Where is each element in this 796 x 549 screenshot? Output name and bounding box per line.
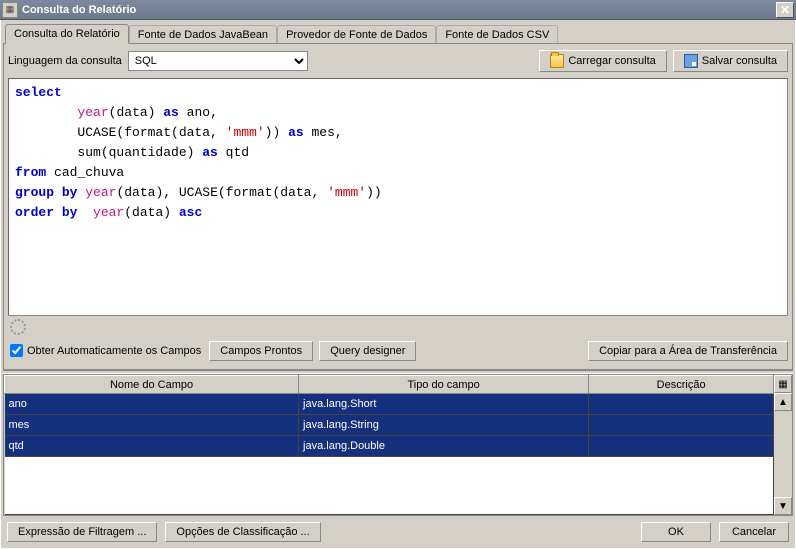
language-dropdown[interactable]: SQL [128, 51, 308, 71]
fields-table[interactable]: Nome do Campo Tipo do campo Descrição an… [4, 375, 774, 515]
col-desc[interactable]: Descrição [589, 376, 774, 394]
copy-clipboard-button[interactable]: Copiar para a Área de Transferência [588, 341, 788, 361]
ok-button[interactable]: OK [641, 522, 711, 542]
query-top-row: Linguagem da consulta SQL Carregar consu… [8, 48, 788, 78]
tabs-row: Consulta do Relatório Fonte de Dados Jav… [3, 22, 793, 44]
col-name[interactable]: Nome do Campo [5, 376, 299, 394]
tab-javabean[interactable]: Fonte de Dados JavaBean [129, 25, 277, 44]
config-button[interactable]: ▦ [774, 375, 792, 393]
language-label: Linguagem da consulta [8, 55, 122, 67]
table-row-empty [5, 456, 774, 514]
titlebar[interactable]: ▦ Consulta do Relatório ✕ [0, 0, 796, 20]
side-buttons: ▦ ▲ ▼ [774, 375, 792, 515]
ready-fields-button[interactable]: Campos Prontos [209, 341, 313, 361]
tab-content: Linguagem da consulta SQL Carregar consu… [3, 43, 793, 370]
main-panel: Consulta do Relatório Fonte de Dados Jav… [0, 20, 796, 549]
sql-select: select [15, 85, 62, 100]
tab-csv[interactable]: Fonte de Dados CSV [436, 25, 558, 44]
filter-expression-button[interactable]: Expressão de Filtragem ... [7, 522, 157, 542]
action-row: Obter Automaticamente os Campos Campos P… [8, 338, 788, 365]
save-query-label: Salvar consulta [702, 55, 777, 67]
sql-year-func: year [77, 105, 108, 120]
table-row[interactable]: mes java.lang.String [5, 414, 774, 435]
close-button[interactable]: ✕ [776, 2, 794, 18]
app-icon: ▦ [2, 2, 18, 18]
sql-from: from [15, 165, 46, 180]
auto-fields-label: Obter Automaticamente os Campos [27, 345, 201, 357]
auto-fields-checkbox-row[interactable]: Obter Automaticamente os Campos [8, 340, 203, 361]
col-type[interactable]: Tipo do campo [299, 376, 589, 394]
move-up-button[interactable]: ▲ [774, 393, 792, 411]
table-row[interactable]: qtd java.lang.Double [5, 435, 774, 456]
disk-icon [684, 54, 698, 68]
save-query-button[interactable]: Salvar consulta [673, 50, 788, 72]
move-down-button[interactable]: ▼ [774, 497, 792, 515]
status-row [8, 316, 788, 338]
spinner-icon [10, 319, 26, 335]
sort-options-button[interactable]: Opções de Classificação ... [165, 522, 320, 542]
query-designer-button[interactable]: Query designer [319, 341, 416, 361]
table-row[interactable]: ano java.lang.Short [5, 394, 774, 415]
sql-editor[interactable]: select year(data) as ano, UCASE(format(d… [8, 78, 788, 316]
load-query-button[interactable]: Carregar consulta [539, 50, 666, 72]
fields-panel: Nome do Campo Tipo do campo Descrição an… [3, 374, 793, 516]
tab-provedor[interactable]: Provedor de Fonte de Dados [277, 25, 436, 44]
bottom-row: Expressão de Filtragem ... Opções de Cla… [3, 516, 793, 546]
cancel-button[interactable]: Cancelar [719, 522, 789, 542]
folder-icon [550, 54, 564, 68]
load-query-label: Carregar consulta [568, 55, 655, 67]
auto-fields-checkbox[interactable] [10, 344, 23, 357]
window-title: Consulta do Relatório [22, 4, 776, 16]
tab-consulta[interactable]: Consulta do Relatório [5, 24, 129, 44]
